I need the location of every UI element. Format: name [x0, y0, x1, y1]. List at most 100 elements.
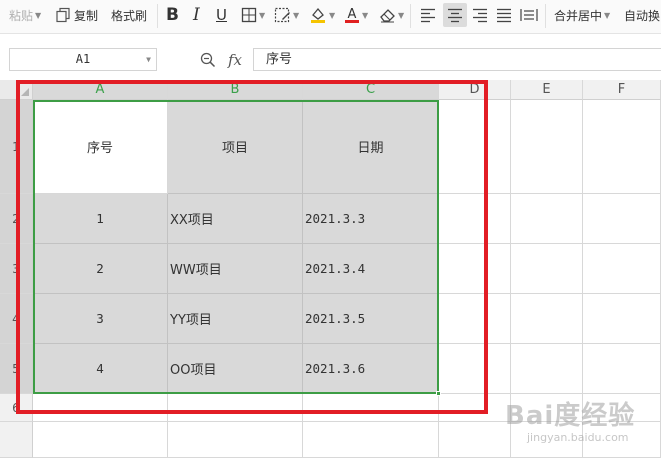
align-center-button[interactable]	[443, 3, 467, 27]
cell-c3[interactable]: 2021.3.4	[303, 244, 439, 294]
paste-label: 粘贴	[9, 8, 34, 23]
font-color-button[interactable]: A ▼	[344, 0, 368, 30]
format-painter-label: 格式刷	[111, 8, 148, 23]
cell-f1[interactable]	[583, 100, 661, 194]
cell-a5[interactable]: 4	[33, 344, 168, 394]
name-box[interactable]: A1 ▼	[9, 48, 157, 71]
cell-a6[interactable]	[33, 394, 168, 422]
font-color-icon: A	[345, 7, 359, 23]
cell-b2[interactable]: XX项目	[168, 194, 303, 244]
column-header-b[interactable]: B	[168, 80, 303, 100]
cell-e4[interactable]	[511, 294, 583, 344]
column-header-e[interactable]: E	[511, 80, 583, 100]
align-left-button[interactable]	[420, 0, 436, 30]
justify-button[interactable]	[496, 0, 512, 30]
clear-button[interactable]: ▼	[379, 0, 404, 30]
cell-b6[interactable]	[168, 394, 303, 422]
copy-icon	[56, 7, 70, 23]
toolbar-divider	[157, 4, 158, 28]
cell-b1[interactable]: 项目	[168, 100, 303, 194]
distributed-align-button[interactable]	[520, 0, 538, 30]
cell-f4[interactable]	[583, 294, 661, 344]
cell-c5[interactable]: 2021.3.6	[303, 344, 439, 394]
fill-color-button[interactable]: ▼	[309, 0, 335, 30]
cell-d2[interactable]	[439, 194, 511, 244]
row-header-4[interactable]: 4	[0, 294, 33, 344]
cell-e3[interactable]	[511, 244, 583, 294]
cell-c6[interactable]	[303, 394, 439, 422]
cell-d5[interactable]	[439, 344, 511, 394]
cell-a2[interactable]: 1	[33, 194, 168, 244]
select-all-corner[interactable]	[0, 80, 33, 100]
merge-center-button[interactable]: 合并居中 ▼	[554, 0, 610, 30]
column-header-f[interactable]: F	[583, 80, 661, 100]
column-header-c[interactable]: C	[303, 80, 439, 100]
cell-c1[interactable]: 日期	[303, 100, 439, 194]
cell-e6[interactable]	[511, 394, 583, 422]
cell-e5[interactable]	[511, 344, 583, 394]
bold-button[interactable]: B	[166, 0, 179, 30]
chevron-down-icon: ▼	[398, 10, 405, 20]
cell-e1[interactable]	[511, 100, 583, 194]
column-header-d[interactable]: D	[439, 80, 511, 100]
row-header-3[interactable]: 3	[0, 244, 33, 294]
merge-center-label: 合并居中	[554, 8, 603, 23]
copy-button[interactable]: 复制	[55, 0, 98, 30]
cell-reference: A1	[75, 52, 91, 66]
spreadsheet-grid: A B C D E F 1 2 3 4 5 6 序号 项目 日期 1 XX项目 …	[0, 80, 661, 458]
cell-d1[interactable]	[439, 100, 511, 194]
cell-a3[interactable]: 2	[33, 244, 168, 294]
chevron-down-icon: ▼	[146, 55, 151, 64]
cell-b5[interactable]: OO项目	[168, 344, 303, 394]
row-header-5[interactable]: 5	[0, 344, 33, 394]
row-header-6[interactable]: 6	[0, 394, 33, 422]
cell-f3[interactable]	[583, 244, 661, 294]
row-header-2[interactable]: 2	[0, 194, 33, 244]
cell-b7[interactable]	[168, 422, 303, 458]
cell-d7[interactable]	[439, 422, 511, 458]
formula-input[interactable]: 序号	[253, 48, 661, 71]
distributed-align-icon	[520, 9, 538, 21]
cell-a7[interactable]	[33, 422, 168, 458]
chevron-down-icon: ▼	[329, 10, 336, 20]
toolbar-divider	[410, 4, 411, 28]
format-painter-button[interactable]: 格式刷	[111, 0, 147, 30]
cell-a4[interactable]: 3	[33, 294, 168, 344]
paste-button[interactable]: 粘贴 ▼	[9, 0, 41, 30]
auto-wrap-button[interactable]: 自动换	[624, 0, 660, 30]
cell-d6[interactable]	[439, 394, 511, 422]
chevron-down-icon: ▼	[35, 10, 42, 20]
cell-c2[interactable]: 2021.3.3	[303, 194, 439, 244]
align-left-icon	[421, 8, 435, 23]
cell-f7[interactable]	[583, 422, 661, 458]
column-header-a[interactable]: A	[33, 80, 168, 100]
align-right-button[interactable]	[472, 0, 488, 30]
chevron-down-icon: ▼	[293, 10, 300, 20]
cell-f2[interactable]	[583, 194, 661, 244]
fx-icon[interactable]: fx	[228, 51, 242, 69]
cell-d4[interactable]	[439, 294, 511, 344]
border-button[interactable]: ▼	[241, 0, 265, 30]
cell-b4[interactable]: YY项目	[168, 294, 303, 344]
fill-handle[interactable]	[436, 391, 441, 396]
row-header-7[interactable]	[0, 422, 33, 458]
cell-style-button[interactable]: ▼	[274, 0, 299, 30]
border-icon	[241, 7, 257, 23]
cell-f5[interactable]	[583, 344, 661, 394]
cell-e2[interactable]	[511, 194, 583, 244]
underline-button[interactable]: U	[216, 0, 227, 30]
bold-icon: B	[166, 5, 179, 25]
auto-wrap-label: 自动换	[624, 8, 661, 23]
zoom-icon[interactable]	[200, 52, 216, 68]
cell-b3[interactable]: WW项目	[168, 244, 303, 294]
italic-button[interactable]: I	[193, 0, 200, 30]
cell-d3[interactable]	[439, 244, 511, 294]
cell-f6[interactable]	[583, 394, 661, 422]
underline-icon: U	[216, 6, 227, 24]
cell-c7[interactable]	[303, 422, 439, 458]
cell-e7[interactable]	[511, 422, 583, 458]
cell-c4[interactable]: 2021.3.5	[303, 294, 439, 344]
cell-a1[interactable]: 序号	[33, 100, 168, 194]
chevron-down-icon: ▼	[362, 10, 369, 20]
row-header-1[interactable]: 1	[0, 100, 33, 194]
